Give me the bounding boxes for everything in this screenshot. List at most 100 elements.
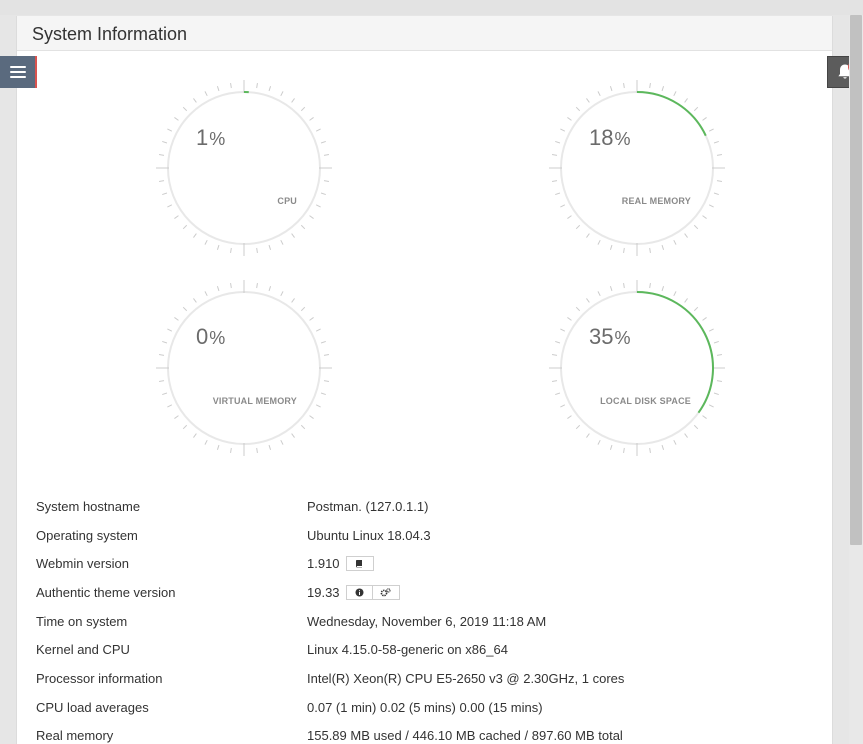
top-bar <box>0 0 863 15</box>
gauge-tick <box>162 340 168 344</box>
gauge-tick <box>280 291 284 297</box>
gauge-tick <box>182 224 188 230</box>
gauge-tick <box>167 204 173 208</box>
gauge-fill-arc <box>636 291 714 414</box>
gauge-tick <box>702 215 707 219</box>
gauge-tick <box>555 340 561 344</box>
gauge-local-disk-dial <box>549 280 725 456</box>
gauge-real-memory: 18% REAL MEMORY <box>549 80 725 256</box>
gauge-tick <box>684 298 688 303</box>
gauge-track <box>167 291 321 445</box>
gauge-tick <box>182 424 188 430</box>
gauge-local-disk-label: LOCAL DISK SPACE <box>600 396 691 406</box>
gauge-tick <box>609 86 613 92</box>
info-label: Processor information <box>36 670 163 686</box>
info-label: Kernel and CPU <box>36 642 130 658</box>
gauge-real-memory-value: 18% <box>589 125 631 150</box>
scrollbar-thumb[interactable] <box>850 15 862 545</box>
info-value: Postman. (127.0.1.1) <box>307 498 429 514</box>
info-value: Linux 4.15.0-58-generic on x86_64 <box>307 642 508 658</box>
gauge-tick <box>551 180 558 182</box>
book-icon <box>356 560 363 568</box>
gauge-tick <box>661 286 665 292</box>
gauge-tick <box>708 204 714 208</box>
gauge-tick <box>230 247 232 254</box>
gauge-tick <box>174 117 179 121</box>
gauge-tick <box>158 180 165 182</box>
gauge-tick <box>291 233 295 238</box>
gauge-tick <box>684 233 688 238</box>
gauge-tick <box>713 340 719 344</box>
page-title: System Information <box>32 24 188 44</box>
info-row-real-memory: Real memory 155.89 MB used / 446.10 MB c… <box>36 722 816 744</box>
gauge-tick <box>575 224 581 230</box>
info-row-time: Time on system Wednesday, November 6, 20… <box>36 607 816 636</box>
gauge-tick <box>193 433 197 438</box>
gauge-tick <box>230 82 232 89</box>
gauge-tick <box>649 82 651 89</box>
info-value[interactable]: Wednesday, November 6, 2019 11:18 AM <box>307 614 546 629</box>
gauge-track <box>167 91 321 245</box>
theme-info-button[interactable] <box>345 584 373 600</box>
gauge-tick <box>649 282 651 289</box>
gauge-tick <box>708 328 714 332</box>
gauge-tick <box>323 354 330 356</box>
gauge-tick <box>216 86 220 92</box>
gauge-tick <box>300 106 306 112</box>
gauge-tick <box>586 433 590 438</box>
gauge-tick <box>708 404 714 408</box>
hamburger-icon <box>9 66 26 78</box>
gauge-tick <box>623 247 625 254</box>
changelog-button[interactable] <box>345 556 374 572</box>
gauge-tick <box>167 404 173 408</box>
gauge-tick <box>551 154 558 156</box>
info-row-webmin-version: Webmin version 1.910 <box>36 549 816 578</box>
info-row-hostname: System hostname Postman. (127.0.1.1) <box>36 492 816 521</box>
gauge-tick <box>323 154 330 156</box>
gauge-tick <box>575 106 581 112</box>
gauge-tick <box>268 244 272 250</box>
gauge-local-disk: 35% LOCAL DISK SPACE <box>549 280 725 456</box>
gauge-cpu-value: 1% <box>196 125 226 150</box>
gauge-tick <box>609 244 613 250</box>
gauge-tick <box>167 128 173 132</box>
page-scrollbar[interactable] <box>849 15 863 744</box>
theme-config-button[interactable] <box>372 584 400 600</box>
gauge-tick <box>174 415 179 419</box>
gauge-tick <box>702 317 707 321</box>
gauge-tick <box>555 392 561 396</box>
gauge-tick <box>586 233 590 238</box>
info-value: 0.07 (1 min) 0.02 (5 mins) 0.00 (15 mins… <box>307 699 543 715</box>
gauge-tick <box>567 215 572 219</box>
gauge-tick <box>609 286 613 292</box>
sidebar-toggle-button[interactable] <box>0 56 37 88</box>
gauge-fill-arc <box>636 91 707 137</box>
gauge-tick <box>300 306 306 312</box>
gauge-tick <box>315 328 321 332</box>
gauge-tick <box>560 204 566 208</box>
gauge-tick <box>256 447 258 454</box>
gauge-tick <box>716 180 723 182</box>
info-row-processor: Processor information Intel(R) Xeon(R) C… <box>36 664 816 693</box>
gauge-tick <box>193 298 197 303</box>
info-label: Real memory <box>36 728 114 744</box>
info-icon <box>355 588 364 597</box>
gauge-tick <box>300 224 306 230</box>
gauge-tick <box>309 215 314 219</box>
gauge-tick <box>216 286 220 292</box>
gauge-cpu: 1% CPU <box>156 80 332 256</box>
info-value: 155.89 MB used / 446.10 MB cached / 897.… <box>307 728 623 744</box>
gauge-tick <box>623 82 625 89</box>
gauge-tick <box>693 224 699 230</box>
gauge-tick <box>268 86 272 92</box>
gauge-tick <box>560 128 566 132</box>
gauge-tick <box>182 306 188 312</box>
gauge-tick <box>280 239 284 245</box>
gauge-tick <box>174 215 179 219</box>
gauge-tick <box>555 192 561 196</box>
gauge-tick <box>693 424 699 430</box>
gauge-real-memory-label: REAL MEMORY <box>621 196 691 206</box>
gauge-virtual-memory: 0% VIRTUAL MEMORY <box>156 280 332 456</box>
gauge-tick <box>309 415 314 419</box>
gauge-tick <box>567 117 572 121</box>
